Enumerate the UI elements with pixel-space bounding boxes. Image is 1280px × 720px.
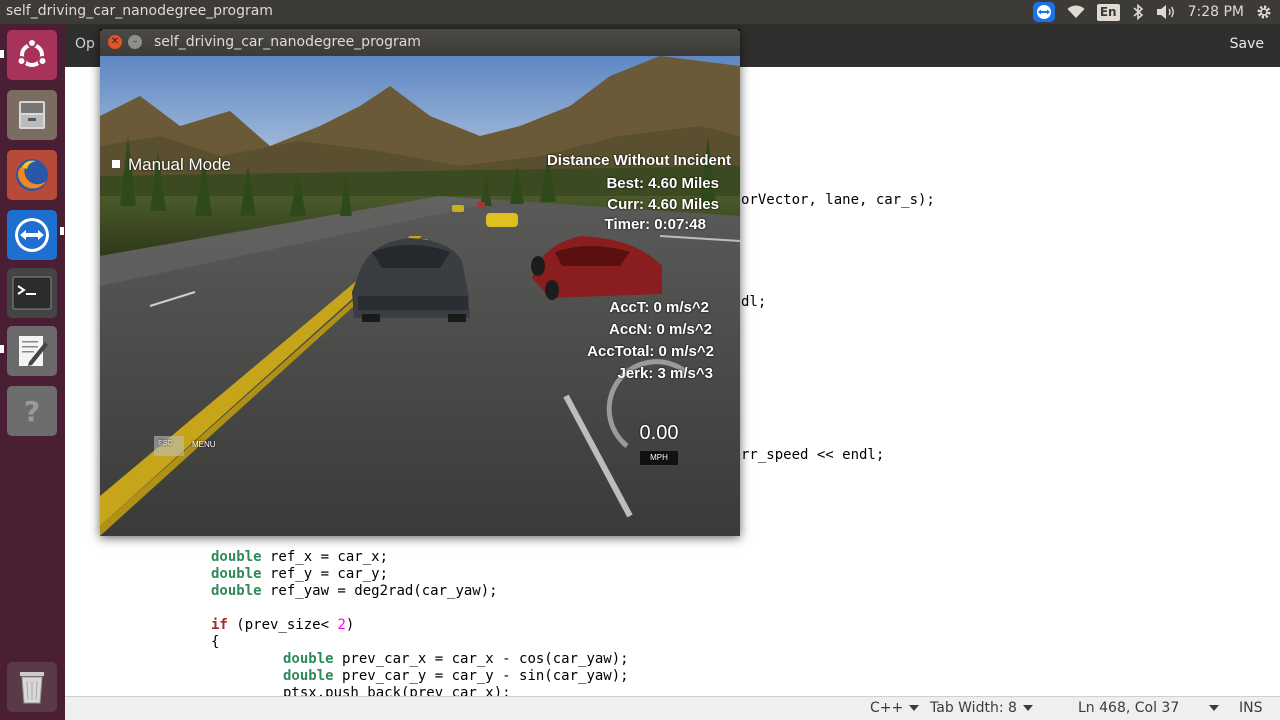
- active-app-title: self_driving_car_nanodegree_program: [6, 3, 273, 19]
- language-selector[interactable]: C++: [870, 700, 920, 716]
- launcher-help-button[interactable]: ?: [7, 386, 57, 436]
- launcher-teamviewer-button[interactable]: [7, 210, 57, 260]
- launcher-running-indicator: [60, 227, 64, 235]
- teamviewer-icon: [15, 218, 49, 252]
- volume-indicator[interactable]: [1156, 0, 1176, 24]
- simulator-titlebar[interactable]: ✕ – self_driving_car_nanodegree_program: [100, 29, 740, 56]
- code-line[interactable]: {: [211, 634, 219, 651]
- acc-total: AccTotal: 0 m/s^2: [587, 343, 714, 360]
- launcher: ?: [0, 24, 65, 720]
- code-line[interactable]: double ref_x = car_x;: [211, 549, 388, 566]
- chevron-down-icon: [909, 705, 920, 711]
- teamviewer-indicator[interactable]: [1032, 0, 1055, 24]
- speed-unit: MPH: [640, 451, 678, 465]
- launcher-files-button[interactable]: [7, 90, 57, 140]
- code-line[interactable]: double prev_car_x = car_x - cos(car_yaw)…: [283, 651, 629, 668]
- wifi-icon: [1067, 5, 1085, 18]
- svg-text:?: ?: [24, 395, 40, 428]
- cursor-position[interactable]: Ln 468, Col 37: [1078, 700, 1220, 716]
- clock[interactable]: 7:28 PM: [1188, 0, 1244, 24]
- volume-icon: [1156, 5, 1174, 19]
- close-button[interactable]: ✕: [108, 35, 122, 49]
- launcher-text-editor-button[interactable]: [7, 326, 57, 376]
- code-line[interactable]: double ref_yaw = deg2rad(car_yaw);: [211, 583, 498, 600]
- launcher-firefox-button[interactable]: [7, 150, 57, 200]
- trash-icon: [20, 672, 44, 704]
- teamviewer-icon: [1032, 2, 1055, 22]
- menu-hint[interactable]: MENU: [192, 440, 216, 449]
- jerk: Jerk: 3 m/s^3: [617, 365, 714, 382]
- top-panel: self_driving_car_nanodegree_program En 7…: [0, 0, 1280, 24]
- simulator-window-title: self_driving_car_nanodegree_program: [154, 34, 421, 50]
- mode-label: Manual Mode: [128, 155, 232, 174]
- code-fragment[interactable]: dl;: [741, 294, 766, 311]
- bluetooth-icon: [1133, 4, 1143, 20]
- mode-indicator-icon: [112, 160, 120, 168]
- launcher-terminal-button[interactable]: [7, 268, 57, 318]
- code-line[interactable]: if (prev_size< 2): [211, 617, 354, 634]
- chevron-down-icon: [1022, 705, 1033, 711]
- tab-width-selector[interactable]: Tab Width: 8: [930, 700, 1033, 716]
- esc-key-hint[interactable]: ESC: [158, 440, 172, 447]
- launcher-active-indicator: [0, 50, 4, 58]
- minimize-icon: –: [132, 36, 138, 47]
- file-cabinet-icon: [19, 101, 45, 129]
- minimize-button[interactable]: –: [128, 35, 142, 49]
- speed-readout: 0.00: [639, 422, 679, 444]
- simulator-window: ✕ – self_driving_car_nanodegree_program: [100, 29, 740, 536]
- launcher-trash-button[interactable]: [7, 662, 57, 712]
- code-fragment[interactable]: orVector, lane, car_s);: [741, 192, 935, 209]
- code-fragment[interactable]: rr_speed << endl;: [741, 447, 884, 464]
- acc-tangential: AccT: 0 m/s^2: [609, 299, 709, 316]
- launcher-dash-button[interactable]: [7, 30, 57, 80]
- keyboard-language-indicator[interactable]: En: [1096, 0, 1120, 24]
- bluetooth-indicator[interactable]: [1132, 0, 1144, 24]
- wifi-indicator[interactable]: [1067, 0, 1085, 24]
- text-editor-icon: [19, 336, 48, 366]
- code-line[interactable]: double ref_y = car_y;: [211, 566, 388, 583]
- distance-title: Distance Without Incident: [546, 152, 731, 169]
- settings-gear-icon: [1257, 5, 1271, 19]
- best-distance: Best: 4.60 Miles: [606, 175, 719, 192]
- indicator-area: En 7:28 PM: [1032, 0, 1272, 24]
- acc-normal: AccN: 0 m/s^2: [609, 321, 712, 338]
- status-bar: C++ Tab Width: 8 Ln 468, Col 37 INS: [65, 696, 1280, 720]
- code-line[interactable]: double prev_car_y = car_y - sin(car_yaw)…: [283, 668, 629, 685]
- current-distance: Curr: 4.60 Miles: [607, 196, 719, 213]
- save-button[interactable]: Save: [1230, 36, 1264, 52]
- close-icon: ✕: [110, 36, 120, 47]
- system-menu[interactable]: [1256, 0, 1272, 24]
- terminal-icon: [12, 276, 52, 310]
- code-line[interactable]: ptsx.push_back(prev_car_x);: [283, 685, 511, 696]
- keyboard-language-icon: En: [1096, 3, 1120, 21]
- insert-mode-indicator: INS: [1239, 700, 1263, 716]
- ubuntu-logo-icon: [16, 38, 48, 67]
- help-icon: ?: [24, 395, 40, 428]
- simulator-viewport[interactable]: Manual Mode Distance Without Incident Be…: [100, 56, 740, 536]
- firefox-icon: [16, 159, 48, 191]
- launcher-running-indicator: [0, 345, 4, 353]
- open-button[interactable]: Op: [75, 36, 95, 52]
- chevron-down-icon: [1209, 705, 1220, 711]
- timer: Timer: 0:07:48: [604, 216, 706, 233]
